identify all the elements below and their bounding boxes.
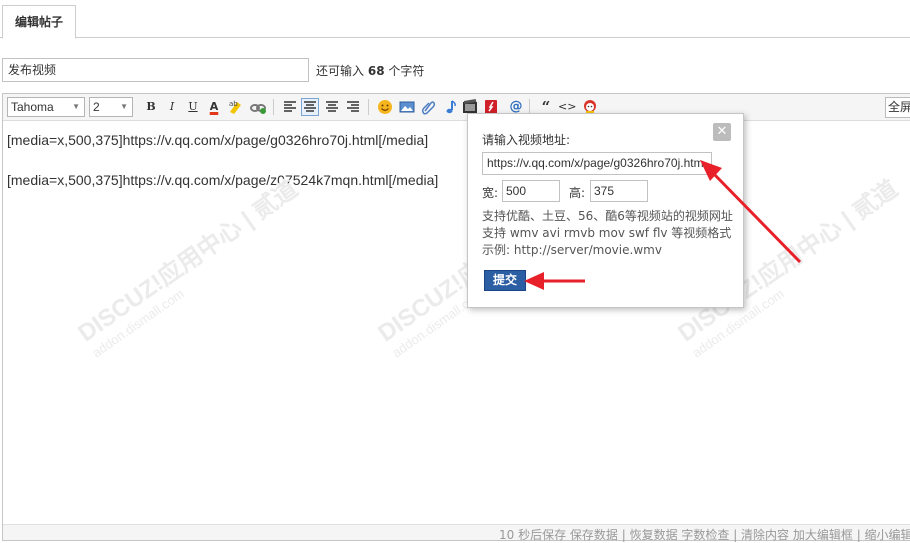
align-justify-icon: [326, 101, 338, 112]
video-help-text: 支持优酷、土豆、56、酷6等视频站的视频网址 支持 wmv avi rmvb m…: [482, 208, 733, 259]
submit-button[interactable]: 提交: [484, 270, 526, 291]
italic-button[interactable]: I: [163, 98, 181, 116]
align-justify-button[interactable]: [323, 98, 341, 116]
highlighter-icon: ab: [229, 100, 241, 114]
video-url-input[interactable]: https://v.qq.com/x/page/g0326hro70j.htm: [482, 152, 712, 175]
content-line-empty: [7, 150, 438, 170]
height-input[interactable]: 375: [590, 180, 648, 202]
hint-prefix: 还可输入: [316, 64, 365, 78]
font-color-button[interactable]: A: [205, 98, 223, 116]
chevron-down-icon: ▼: [120, 102, 128, 111]
statusbar-text: 10 秒后保存 保存数据 | 恢复数据 字数检查 | 清除内容 加大编辑框 | …: [499, 528, 910, 542]
at-icon: @: [509, 99, 523, 114]
paperclip-icon: [421, 101, 436, 115]
content-line: [media=x,500,375]https://v.qq.com/x/page…: [7, 172, 439, 188]
smiley-button[interactable]: [376, 98, 394, 116]
content-line: [media=x,500,375]https://v.qq.com/x/page…: [7, 132, 429, 148]
fullscreen-button[interactable]: 全屏: [885, 97, 910, 118]
align-right-icon: [347, 101, 359, 112]
hint-suffix: 个字符: [388, 64, 425, 78]
svg-text:ab: ab: [229, 100, 238, 108]
underline-button[interactable]: U: [184, 98, 202, 116]
toolbar-separator: [368, 99, 369, 115]
align-left-button[interactable]: [281, 98, 299, 116]
hint-count: 68: [367, 64, 385, 78]
width-label: 宽:: [482, 186, 499, 200]
help-line: 示例: http://server/movie.wmv: [482, 243, 662, 257]
post-title-input[interactable]: 发布视频: [2, 58, 309, 82]
audio-button[interactable]: [441, 98, 459, 116]
video-url-dialog: ✕ 请输入视频地址: https://v.qq.com/x/page/g0326…: [467, 113, 744, 308]
link-icon: [250, 104, 266, 114]
align-center-icon: [304, 101, 316, 112]
help-line: 支持优酷、土豆、56、酷6等视频站的视频网址: [482, 209, 733, 223]
help-line: 支持 wmv avi rmvb mov swf flv 等视频格式: [482, 226, 732, 240]
font-size-value: 2: [93, 100, 100, 114]
font-family-value: Tahoma: [11, 100, 54, 114]
rich-text-editor: Tahoma ▼ 2 ▼ B I U A ab @ “ <> 全屏 [media…: [2, 93, 910, 542]
video-url-label: 请输入视频地址:: [482, 133, 571, 147]
music-note-icon: [446, 100, 456, 114]
tab-edit-post[interactable]: 编辑帖子: [2, 5, 76, 39]
highlight-icon[interactable]: ab: [227, 98, 245, 116]
height-label: 高:: [569, 186, 586, 200]
width-input[interactable]: 500: [502, 180, 560, 202]
align-right-button[interactable]: [344, 98, 362, 116]
align-left-icon: [284, 101, 296, 112]
link-button[interactable]: [249, 98, 267, 116]
chevron-down-icon: ▼: [72, 102, 80, 111]
image-button[interactable]: [398, 98, 416, 116]
title-char-hint: 还可输入 68 个字符: [316, 62, 424, 79]
toolbar-separator: [273, 99, 274, 115]
font-size-select[interactable]: 2 ▼: [89, 97, 133, 117]
editor-statusbar: 10 秒后保存 保存数据 | 恢复数据 字数检查 | 清除内容 加大编辑框 | …: [3, 524, 910, 542]
font-family-select[interactable]: Tahoma ▼: [7, 97, 85, 117]
image-icon: [399, 101, 415, 113]
close-icon[interactable]: ✕: [713, 123, 731, 141]
smiley-icon: [378, 100, 392, 114]
tab-bar: 编辑帖子: [0, 0, 910, 39]
align-center-button[interactable]: [301, 98, 319, 116]
attachment-button[interactable]: [419, 98, 437, 116]
editor-toolbar: Tahoma ▼ 2 ▼ B I U A ab @ “ <> 全屏: [3, 94, 910, 121]
bold-button[interactable]: B: [142, 98, 160, 116]
editor-content[interactable]: [media=x,500,375]https://v.qq.com/x/page…: [7, 130, 438, 190]
